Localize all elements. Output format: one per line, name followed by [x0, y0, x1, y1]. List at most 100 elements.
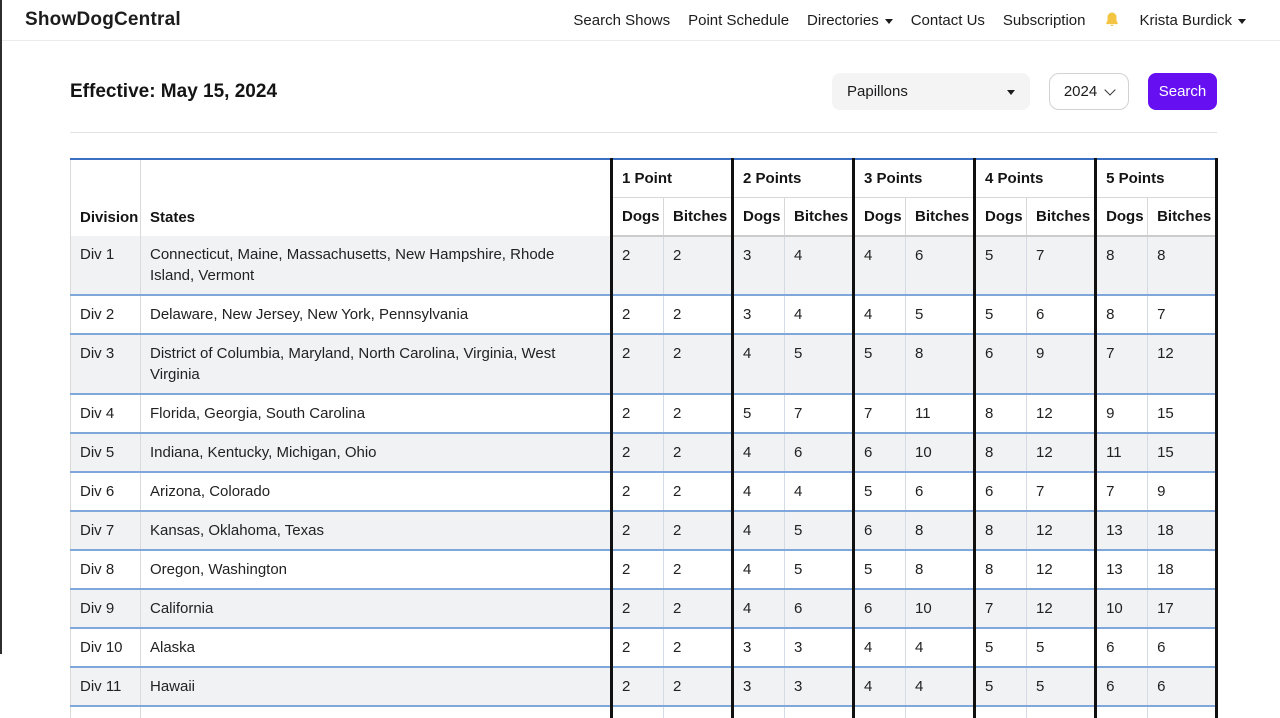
- dogs-cell: [975, 706, 1027, 718]
- dogs-cell: 4: [733, 433, 785, 472]
- breed-select[interactable]: Papillons: [832, 73, 1030, 110]
- dogs-cell: 4: [733, 511, 785, 550]
- bitches-cell: 2: [664, 433, 733, 472]
- bitches-cell: 5: [1027, 667, 1096, 706]
- division-cell: Div 6: [71, 472, 141, 511]
- bitches-cell: 6: [1027, 295, 1096, 334]
- bitches-cell: 6: [785, 589, 854, 628]
- nav-item-label: Directories: [807, 12, 879, 29]
- dogs-cell: 2: [612, 236, 664, 295]
- division-cell: Div 4: [71, 394, 141, 433]
- points-schedule-table: DivisionStates1 Point2 Points3 Points4 P…: [70, 158, 1218, 718]
- states-cell: Connecticut, Maine, Massachusetts, New H…: [141, 236, 612, 295]
- bitches-cell: 10: [906, 589, 975, 628]
- bitches-cell: 6: [906, 472, 975, 511]
- states-cell: Indiana, Kentucky, Michigan, Ohio: [141, 433, 612, 472]
- bitches-cell: 12: [1027, 511, 1096, 550]
- effective-date-heading: Effective: May 15, 2024: [70, 81, 277, 103]
- dogs-cell: 2: [612, 589, 664, 628]
- division-cell: Div 10: [71, 628, 141, 667]
- dogs-cell: 2: [612, 550, 664, 589]
- search-button[interactable]: Search: [1148, 73, 1217, 110]
- bitches-cell: 9: [1148, 472, 1217, 511]
- bitches-cell: 6: [906, 236, 975, 295]
- bitches-cell: 6: [1148, 628, 1217, 667]
- nav-item-subscription[interactable]: Subscription: [994, 12, 1095, 29]
- dogs-cell: 4: [854, 236, 906, 295]
- bitches-cell: 8: [906, 550, 975, 589]
- year-select[interactable]: 2024: [1049, 73, 1129, 110]
- bitches-cell: 4: [785, 295, 854, 334]
- dogs-cell: [733, 706, 785, 718]
- bitches-cell: 9: [1027, 334, 1096, 394]
- nav-item-search-shows[interactable]: Search Shows: [564, 12, 679, 29]
- dogs-cell: 2: [612, 511, 664, 550]
- bitches-cell: 18: [1148, 511, 1217, 550]
- bitches-cell: 12: [1148, 334, 1217, 394]
- dogs-cell: 5: [854, 334, 906, 394]
- nav-item-directories[interactable]: Directories: [798, 12, 902, 29]
- bitches-cell: [1027, 706, 1096, 718]
- bitches-cell: 15: [1148, 433, 1217, 472]
- dogs-cell: 6: [975, 472, 1027, 511]
- dogs-cell: 8: [1096, 236, 1148, 295]
- division-header: Division: [71, 159, 141, 236]
- dogs-header: Dogs: [1096, 198, 1148, 237]
- nav-item-label: Point Schedule: [688, 12, 789, 29]
- dogs-cell: 4: [733, 334, 785, 394]
- bitches-cell: 8: [906, 511, 975, 550]
- bitches-cell: 12: [1027, 589, 1096, 628]
- table-row: Div 10Alaska2233445566: [71, 628, 1217, 667]
- divider: [70, 132, 1217, 133]
- nav-item-label: Search Shows: [573, 12, 670, 29]
- states-cell: Oregon, Washington: [141, 550, 612, 589]
- dogs-cell: 4: [733, 550, 785, 589]
- table-row: Div 7Kansas, Oklahoma, Texas224568812131…: [71, 511, 1217, 550]
- dogs-cell: 8: [975, 394, 1027, 433]
- dogs-cell: 2: [612, 628, 664, 667]
- point-group-header: 4 Points: [975, 159, 1096, 198]
- bitches-cell: 4: [785, 236, 854, 295]
- dogs-cell: 13: [1096, 550, 1148, 589]
- bitches-cell: 2: [664, 667, 733, 706]
- bitches-cell: 18: [1148, 550, 1217, 589]
- breed-select-value: Papillons: [847, 83, 908, 100]
- states-cell: District of Columbia, Maryland, North Ca…: [141, 334, 612, 394]
- dogs-cell: 8: [1096, 295, 1148, 334]
- user-menu[interactable]: Krista Burdick: [1130, 12, 1255, 29]
- nav-links: Search Shows Point Schedule Directories Con…: [564, 11, 1255, 29]
- bitches-cell: [785, 706, 854, 718]
- nav-item-point-schedule[interactable]: Point Schedule: [679, 12, 798, 29]
- notification-bell-icon[interactable]: [1094, 11, 1130, 29]
- nav-item-contact-us[interactable]: Contact Us: [902, 12, 994, 29]
- table-row: Div 8Oregon, Washington2245588121318: [71, 550, 1217, 589]
- dogs-cell: [1096, 706, 1148, 718]
- bitches-cell: [906, 706, 975, 718]
- division-cell: [71, 706, 141, 718]
- bitches-cell: 7: [1027, 472, 1096, 511]
- states-header: States: [141, 159, 612, 236]
- division-cell: Div 9: [71, 589, 141, 628]
- dogs-cell: [612, 706, 664, 718]
- dogs-cell: 8: [975, 433, 1027, 472]
- dogs-cell: 4: [854, 295, 906, 334]
- bitches-header: Bitches: [1027, 198, 1096, 237]
- point-group-header: 3 Points: [854, 159, 975, 198]
- table-row: Div 6Arizona, Colorado2244566779: [71, 472, 1217, 511]
- dogs-cell: 6: [854, 433, 906, 472]
- dogs-cell: 7: [1096, 334, 1148, 394]
- window-edge: [0, 0, 2, 654]
- dogs-cell: 2: [612, 334, 664, 394]
- caret-down-icon: [885, 19, 893, 24]
- division-cell: Div 8: [71, 550, 141, 589]
- bitches-cell: 2: [664, 334, 733, 394]
- bitches-cell: 6: [1148, 667, 1217, 706]
- dogs-cell: 5: [854, 550, 906, 589]
- dogs-cell: 8: [975, 550, 1027, 589]
- bitches-cell: 5: [785, 550, 854, 589]
- division-cell: Div 1: [71, 236, 141, 295]
- bitches-cell: 8: [906, 334, 975, 394]
- states-cell: California: [141, 589, 612, 628]
- brand-logo[interactable]: ShowDogCentral: [25, 9, 181, 31]
- dogs-cell: 5: [975, 295, 1027, 334]
